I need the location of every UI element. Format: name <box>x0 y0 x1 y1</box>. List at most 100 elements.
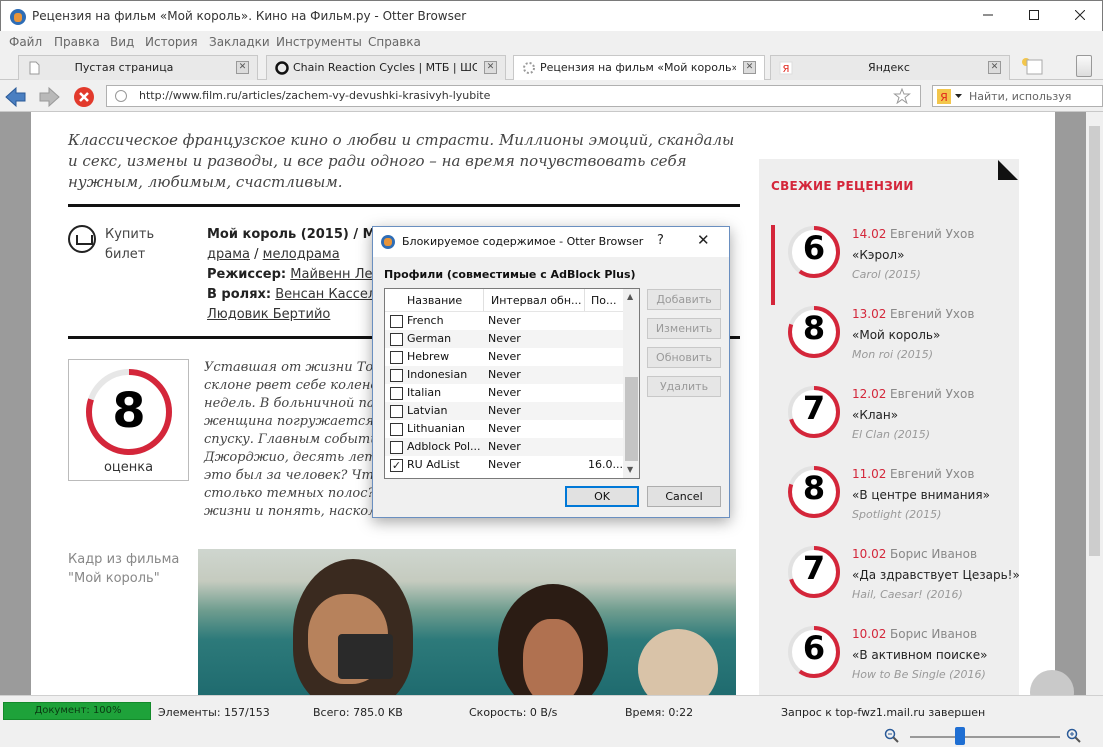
menu-view[interactable]: Вид <box>110 35 134 49</box>
cast-link[interactable]: Венсан Кассель <box>275 287 384 302</box>
tab-close-icon[interactable]: ✕ <box>484 61 497 74</box>
tab-blank-page[interactable]: Пустая страница ✕ <box>18 55 258 80</box>
search-field[interactable]: Я Найти, используя <box>932 85 1103 107</box>
help-button[interactable]: ? <box>657 233 664 248</box>
review-author[interactable]: Борис Иванов <box>890 547 977 561</box>
profile-interval: Never <box>488 314 521 327</box>
dialog-close-icon[interactable]: ✕ <box>697 231 710 249</box>
column-header-interval[interactable]: Интервал обн... <box>491 294 582 307</box>
scrollbar-thumb[interactable] <box>1089 126 1100 556</box>
cast-link-2[interactable]: Людовик Бертийо <box>207 307 330 322</box>
review-item[interactable]: 8 13.02 Евгений Ухов «Мой король» Mon roi (2… <box>787 305 1017 369</box>
review-title[interactable]: «Мой король» <box>852 328 940 342</box>
profile-row[interactable]: Adblock Pol... Never <box>385 438 623 456</box>
review-author[interactable]: Евгений Ухов <box>890 307 974 321</box>
address-bar[interactable]: http://www.film.ru/articles/zachem-vy-de… <box>106 85 921 107</box>
tab-yandex[interactable]: Я Яндекс ✕ <box>770 55 1010 80</box>
profile-row[interactable]: Italian Never <box>385 384 623 402</box>
zoom-in-icon[interactable] <box>1066 728 1082 744</box>
review-author[interactable]: Борис Иванов <box>890 627 977 641</box>
profile-updated: 16.0... <box>588 458 623 471</box>
profile-row[interactable]: German Never <box>385 330 623 348</box>
column-header-name[interactable]: Название <box>407 294 462 307</box>
add-button[interactable]: Добавить <box>647 289 721 310</box>
column-header-updated[interactable]: По... <box>591 294 617 307</box>
back-arrow-icon[interactable] <box>4 86 28 108</box>
dialog-title-bar: Блокируемое содержимое - Otter Browser ?… <box>373 227 729 257</box>
review-item[interactable]: 7 10.02 Борис Иванов «Да здравствует Цезарь… <box>787 545 1020 609</box>
review-title[interactable]: «Да здравствует Цезарь!» <box>852 568 1020 582</box>
genre-drama-link[interactable]: драма <box>207 247 250 262</box>
menu-bookmarks[interactable]: Закладки <box>209 35 270 49</box>
tab-bar: Пустая страница ✕ Chain Reaction Cycles … <box>0 53 1103 80</box>
vertical-scrollbar[interactable] <box>1086 112 1103 695</box>
tab-close-icon[interactable]: ✕ <box>236 61 249 74</box>
tab-chain-reaction[interactable]: Chain Reaction Cycles | MTБ | ШОС... ✕ <box>266 55 506 80</box>
remove-button[interactable]: Удалить <box>647 376 721 397</box>
review-title[interactable]: «Клан» <box>852 408 898 422</box>
close-button[interactable] <box>1057 1 1103 31</box>
menu-help[interactable]: Справка <box>368 35 421 49</box>
zoom-out-icon[interactable] <box>884 728 900 744</box>
edit-button[interactable]: Изменить <box>647 318 721 339</box>
menu-tools[interactable]: Инструменты <box>276 35 362 49</box>
profile-checkbox[interactable] <box>390 423 403 436</box>
profile-checkbox[interactable]: ✓ <box>390 459 403 472</box>
forward-arrow-icon[interactable] <box>37 86 61 108</box>
article-intro: Классическое французское кино о любви и … <box>68 131 735 191</box>
maximize-button[interactable] <box>1011 1 1057 31</box>
profile-checkbox[interactable] <box>390 387 403 400</box>
zoom-slider-handle[interactable] <box>955 727 965 745</box>
new-tab-icon[interactable] <box>1020 56 1044 76</box>
review-item[interactable]: 8 11.02 Евгений Ухов «В центре внимания» Spo… <box>787 465 1017 529</box>
menu-file[interactable]: Файл <box>9 35 42 49</box>
scroll-down-icon[interactable]: ▼ <box>627 465 633 474</box>
profiles-list[interactable]: Название Интервал обн... По... French Nev… <box>384 288 640 479</box>
tab-close-icon[interactable]: ✕ <box>988 61 1001 74</box>
bookmark-star-icon[interactable] <box>893 88 911 104</box>
review-author[interactable]: Евгений Ухов <box>890 227 974 241</box>
profile-row[interactable]: Hebrew Never <box>385 348 623 366</box>
ok-button[interactable]: OK <box>565 486 639 507</box>
profile-row[interactable]: ✓ RU AdList Never 16.0... <box>385 456 623 474</box>
tab-film-review[interactable]: Рецензия на фильм «Мой король»... ✕ <box>513 55 765 80</box>
profile-row[interactable]: French Never <box>385 312 623 330</box>
profile-checkbox[interactable] <box>390 333 403 346</box>
review-author[interactable]: Евгений Ухов <box>890 387 974 401</box>
closed-tabs-trash-icon[interactable] <box>1076 55 1092 77</box>
menu-edit[interactable]: Правка <box>54 35 100 49</box>
list-scrollbar-thumb[interactable] <box>625 377 638 461</box>
stop-icon[interactable] <box>73 86 95 108</box>
profile-checkbox[interactable] <box>390 351 403 364</box>
profile-row[interactable]: Indonesian Never <box>385 366 623 384</box>
menu-history[interactable]: История <box>145 35 198 49</box>
profile-checkbox[interactable] <box>390 405 403 418</box>
movie-still-image <box>198 549 736 695</box>
review-item[interactable]: 6 10.02 Борис Иванов «В активном поиске» How… <box>787 625 1017 689</box>
site-info-icon[interactable] <box>115 90 127 102</box>
zoom-slider-track[interactable] <box>910 736 1060 738</box>
profile-checkbox[interactable] <box>390 441 403 454</box>
url-text[interactable]: http://www.film.ru/articles/zachem-vy-de… <box>139 89 490 102</box>
cancel-button[interactable]: Cancel <box>647 486 721 507</box>
review-title[interactable]: «В активном поиске» <box>852 648 987 662</box>
scroll-up-icon[interactable]: ▲ <box>627 292 633 301</box>
review-item[interactable]: 7 12.02 Евгений Ухов «Клан» El Clan (2015) <box>787 385 1017 449</box>
profile-interval: Never <box>488 404 521 417</box>
profile-row[interactable]: Lithuanian Never <box>385 420 623 438</box>
profile-row[interactable]: Latvian Never <box>385 402 623 420</box>
profile-checkbox[interactable] <box>390 315 403 328</box>
tab-close-icon[interactable]: ✕ <box>743 61 756 74</box>
review-title[interactable]: «Кэрол» <box>852 248 904 262</box>
review-title[interactable]: «В центре внимания» <box>852 488 990 502</box>
minimize-button[interactable] <box>965 1 1011 31</box>
search-engine-icon[interactable]: Я <box>936 88 964 105</box>
score-caption: оценка <box>103 460 154 475</box>
review-score-ring: 8 <box>787 465 841 519</box>
review-item[interactable]: 6 14.02 Евгений Ухов «Кэрол» Carol (2015) <box>787 225 1017 289</box>
update-button[interactable]: Обновить <box>647 347 721 368</box>
list-scrollbar[interactable]: ▲ ▼ <box>623 289 639 478</box>
profile-checkbox[interactable] <box>390 369 403 382</box>
genre-melodrama-link[interactable]: мелодрама <box>263 247 340 262</box>
review-author[interactable]: Евгений Ухов <box>890 467 974 481</box>
